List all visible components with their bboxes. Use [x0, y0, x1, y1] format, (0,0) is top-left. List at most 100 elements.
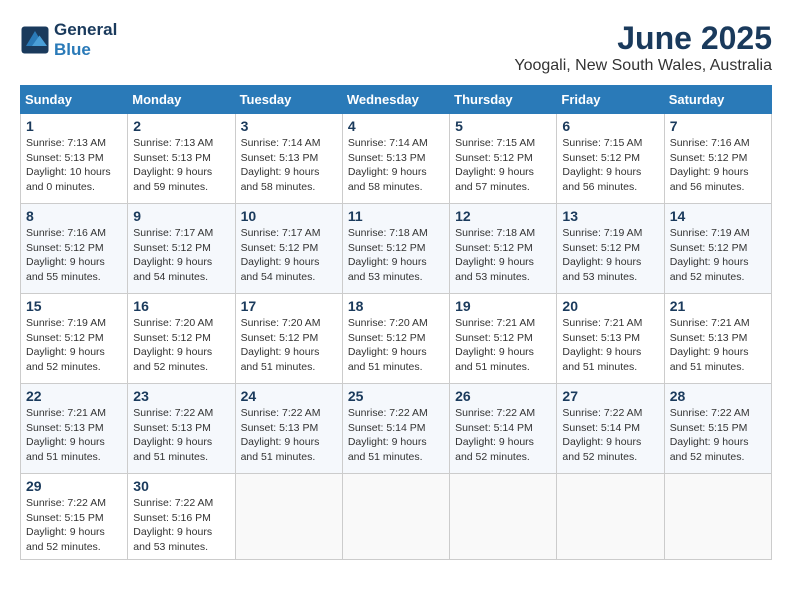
day-detail: Sunrise: 7:19 AMSunset: 5:12 PMDaylight:…: [670, 227, 750, 283]
day-number: 10: [241, 208, 337, 224]
day-detail: Sunrise: 7:17 AMSunset: 5:12 PMDaylight:…: [133, 227, 213, 283]
table-row: 27 Sunrise: 7:22 AMSunset: 5:14 PMDaylig…: [557, 384, 664, 474]
col-thursday: Thursday: [450, 86, 557, 114]
table-row: 6 Sunrise: 7:15 AMSunset: 5:12 PMDayligh…: [557, 114, 664, 204]
day-number: 6: [562, 118, 658, 134]
table-row: 28 Sunrise: 7:22 AMSunset: 5:15 PMDaylig…: [664, 384, 771, 474]
table-row: 30 Sunrise: 7:22 AMSunset: 5:16 PMDaylig…: [128, 474, 235, 560]
day-detail: Sunrise: 7:17 AMSunset: 5:12 PMDaylight:…: [241, 227, 321, 283]
day-detail: Sunrise: 7:22 AMSunset: 5:14 PMDaylight:…: [562, 407, 642, 463]
day-detail: Sunrise: 7:22 AMSunset: 5:16 PMDaylight:…: [133, 497, 213, 553]
calendar-header-row: Sunday Monday Tuesday Wednesday Thursday…: [21, 86, 772, 114]
table-row: [664, 474, 771, 560]
table-row: 17 Sunrise: 7:20 AMSunset: 5:12 PMDaylig…: [235, 294, 342, 384]
table-row: 18 Sunrise: 7:20 AMSunset: 5:12 PMDaylig…: [342, 294, 449, 384]
table-row: 16 Sunrise: 7:20 AMSunset: 5:12 PMDaylig…: [128, 294, 235, 384]
day-detail: Sunrise: 7:14 AMSunset: 5:13 PMDaylight:…: [348, 137, 428, 193]
day-number: 28: [670, 388, 766, 404]
day-number: 1: [26, 118, 122, 134]
table-row: 29 Sunrise: 7:22 AMSunset: 5:15 PMDaylig…: [21, 474, 128, 560]
table-row: 22 Sunrise: 7:21 AMSunset: 5:13 PMDaylig…: [21, 384, 128, 474]
day-detail: Sunrise: 7:16 AMSunset: 5:12 PMDaylight:…: [26, 227, 106, 283]
day-detail: Sunrise: 7:13 AMSunset: 5:13 PMDaylight:…: [26, 137, 111, 193]
day-number: 22: [26, 388, 122, 404]
col-monday: Monday: [128, 86, 235, 114]
table-row: 5 Sunrise: 7:15 AMSunset: 5:12 PMDayligh…: [450, 114, 557, 204]
day-detail: Sunrise: 7:16 AMSunset: 5:12 PMDaylight:…: [670, 137, 750, 193]
logo-text: General Blue: [54, 20, 117, 59]
day-number: 30: [133, 478, 229, 494]
month-title: June 2025: [514, 20, 772, 57]
table-row: 10 Sunrise: 7:17 AMSunset: 5:12 PMDaylig…: [235, 204, 342, 294]
table-row: 4 Sunrise: 7:14 AMSunset: 5:13 PMDayligh…: [342, 114, 449, 204]
day-detail: Sunrise: 7:20 AMSunset: 5:12 PMDaylight:…: [133, 317, 213, 373]
table-row: 3 Sunrise: 7:14 AMSunset: 5:13 PMDayligh…: [235, 114, 342, 204]
day-number: 29: [26, 478, 122, 494]
col-wednesday: Wednesday: [342, 86, 449, 114]
day-detail: Sunrise: 7:22 AMSunset: 5:13 PMDaylight:…: [133, 407, 213, 463]
day-detail: Sunrise: 7:19 AMSunset: 5:12 PMDaylight:…: [26, 317, 106, 373]
day-detail: Sunrise: 7:21 AMSunset: 5:13 PMDaylight:…: [26, 407, 106, 463]
day-number: 23: [133, 388, 229, 404]
day-number: 13: [562, 208, 658, 224]
table-row: 12 Sunrise: 7:18 AMSunset: 5:12 PMDaylig…: [450, 204, 557, 294]
day-number: 9: [133, 208, 229, 224]
table-row: 25 Sunrise: 7:22 AMSunset: 5:14 PMDaylig…: [342, 384, 449, 474]
day-number: 14: [670, 208, 766, 224]
table-row: 13 Sunrise: 7:19 AMSunset: 5:12 PMDaylig…: [557, 204, 664, 294]
location-title: Yoogali, New South Wales, Australia: [514, 57, 772, 75]
table-row: 14 Sunrise: 7:19 AMSunset: 5:12 PMDaylig…: [664, 204, 771, 294]
table-row: 24 Sunrise: 7:22 AMSunset: 5:13 PMDaylig…: [235, 384, 342, 474]
day-number: 15: [26, 298, 122, 314]
table-row: 8 Sunrise: 7:16 AMSunset: 5:12 PMDayligh…: [21, 204, 128, 294]
table-row: 9 Sunrise: 7:17 AMSunset: 5:12 PMDayligh…: [128, 204, 235, 294]
table-row: [557, 474, 664, 560]
day-number: 17: [241, 298, 337, 314]
table-row: 2 Sunrise: 7:13 AMSunset: 5:13 PMDayligh…: [128, 114, 235, 204]
calendar-table: Sunday Monday Tuesday Wednesday Thursday…: [20, 85, 772, 560]
day-detail: Sunrise: 7:15 AMSunset: 5:12 PMDaylight:…: [562, 137, 642, 193]
day-number: 18: [348, 298, 444, 314]
day-detail: Sunrise: 7:13 AMSunset: 5:13 PMDaylight:…: [133, 137, 213, 193]
day-number: 12: [455, 208, 551, 224]
day-detail: Sunrise: 7:22 AMSunset: 5:14 PMDaylight:…: [348, 407, 428, 463]
day-detail: Sunrise: 7:14 AMSunset: 5:13 PMDaylight:…: [241, 137, 321, 193]
day-detail: Sunrise: 7:15 AMSunset: 5:12 PMDaylight:…: [455, 137, 535, 193]
day-detail: Sunrise: 7:22 AMSunset: 5:15 PMDaylight:…: [670, 407, 750, 463]
table-row: [342, 474, 449, 560]
day-number: 5: [455, 118, 551, 134]
day-detail: Sunrise: 7:18 AMSunset: 5:12 PMDaylight:…: [348, 227, 428, 283]
day-detail: Sunrise: 7:21 AMSunset: 5:12 PMDaylight:…: [455, 317, 535, 373]
day-number: 3: [241, 118, 337, 134]
table-row: 15 Sunrise: 7:19 AMSunset: 5:12 PMDaylig…: [21, 294, 128, 384]
table-row: [450, 474, 557, 560]
table-row: [235, 474, 342, 560]
day-number: 20: [562, 298, 658, 314]
day-number: 4: [348, 118, 444, 134]
day-number: 2: [133, 118, 229, 134]
day-detail: Sunrise: 7:19 AMSunset: 5:12 PMDaylight:…: [562, 227, 642, 283]
day-number: 8: [26, 208, 122, 224]
table-row: 11 Sunrise: 7:18 AMSunset: 5:12 PMDaylig…: [342, 204, 449, 294]
day-number: 26: [455, 388, 551, 404]
day-detail: Sunrise: 7:18 AMSunset: 5:12 PMDaylight:…: [455, 227, 535, 283]
col-saturday: Saturday: [664, 86, 771, 114]
day-number: 16: [133, 298, 229, 314]
title-section: June 2025 Yoogali, New South Wales, Aust…: [514, 20, 772, 75]
day-number: 27: [562, 388, 658, 404]
day-number: 25: [348, 388, 444, 404]
page-header: General Blue June 2025 Yoogali, New Sout…: [20, 20, 772, 75]
day-number: 7: [670, 118, 766, 134]
logo: General Blue: [20, 20, 117, 59]
table-row: 21 Sunrise: 7:21 AMSunset: 5:13 PMDaylig…: [664, 294, 771, 384]
table-row: 1 Sunrise: 7:13 AMSunset: 5:13 PMDayligh…: [21, 114, 128, 204]
logo-icon: [20, 25, 50, 55]
table-row: 23 Sunrise: 7:22 AMSunset: 5:13 PMDaylig…: [128, 384, 235, 474]
day-detail: Sunrise: 7:22 AMSunset: 5:15 PMDaylight:…: [26, 497, 106, 553]
col-sunday: Sunday: [21, 86, 128, 114]
day-number: 19: [455, 298, 551, 314]
day-detail: Sunrise: 7:21 AMSunset: 5:13 PMDaylight:…: [670, 317, 750, 373]
day-detail: Sunrise: 7:20 AMSunset: 5:12 PMDaylight:…: [348, 317, 428, 373]
day-detail: Sunrise: 7:20 AMSunset: 5:12 PMDaylight:…: [241, 317, 321, 373]
day-number: 21: [670, 298, 766, 314]
